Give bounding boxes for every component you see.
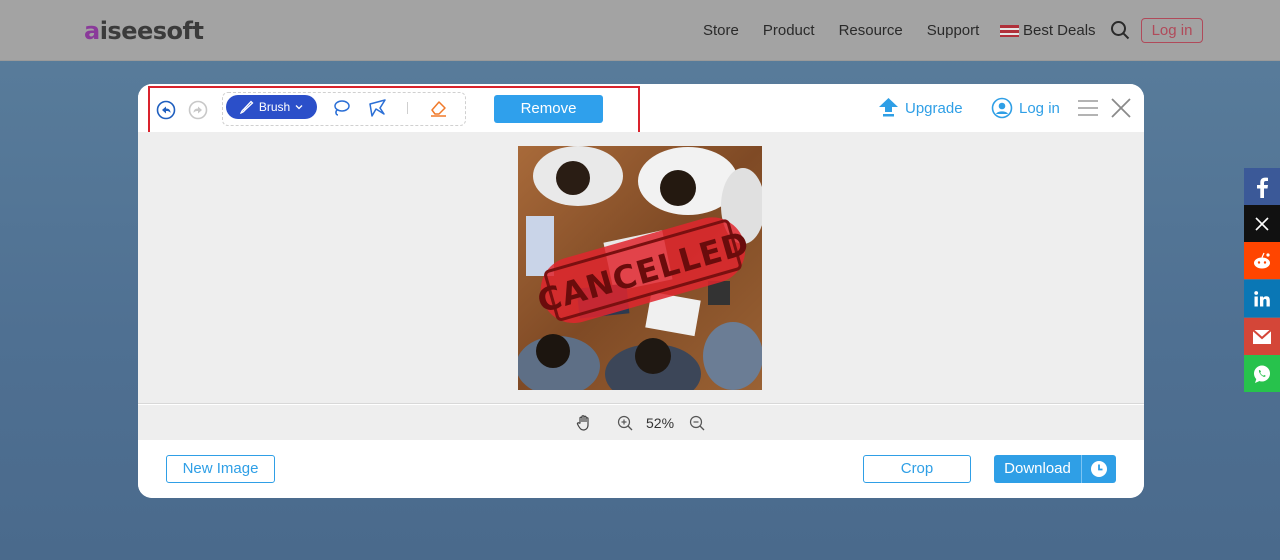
share-whatsapp[interactable] xyxy=(1244,355,1280,392)
modal-login-label: Log in xyxy=(1019,99,1060,117)
user-icon xyxy=(991,97,1013,119)
crop-button[interactable]: Crop xyxy=(863,455,971,483)
best-deals-link[interactable]: Best Deals xyxy=(1000,22,1096,39)
zoom-in-icon[interactable] xyxy=(617,415,633,431)
upgrade-label: Upgrade xyxy=(905,99,963,117)
new-image-button[interactable]: New Image xyxy=(166,455,275,483)
editor-canvas[interactable]: CANCELLED xyxy=(138,132,1144,404)
nav-link-resource[interactable]: Resource xyxy=(839,22,903,39)
nav-link-support[interactable]: Support xyxy=(927,22,980,39)
download-button[interactable]: Download xyxy=(994,455,1116,483)
menu-icon[interactable] xyxy=(1077,98,1099,118)
meeting-photo: CANCELLED xyxy=(518,146,762,390)
linkedin-icon xyxy=(1254,290,1270,306)
zoom-out-icon[interactable] xyxy=(689,415,705,431)
gmail-icon xyxy=(1252,328,1272,344)
whatsapp-icon xyxy=(1254,365,1270,383)
flag-icon xyxy=(1000,24,1019,37)
nav-link-store[interactable]: Store xyxy=(703,22,739,39)
download-label: Download xyxy=(1004,460,1071,477)
nav-links: Store Product Resource Support xyxy=(703,22,979,39)
share-reddit[interactable] xyxy=(1244,242,1280,279)
zoom-level: 52% xyxy=(646,415,675,431)
close-icon[interactable] xyxy=(1110,97,1132,119)
download-divider xyxy=(1081,455,1082,483)
highlight-annotation xyxy=(148,86,640,138)
uploaded-image[interactable]: CANCELLED xyxy=(518,146,762,390)
editor-toolbar: Brush Remove Upgrade Log in xyxy=(138,84,1144,138)
nav-link-product[interactable]: Product xyxy=(763,22,815,39)
top-navigation: aiseesoft Store Product Resource Support… xyxy=(0,0,1280,61)
share-facebook[interactable] xyxy=(1244,168,1280,205)
editor-footer: New Image Crop Download xyxy=(138,440,1144,498)
best-deals-label: Best Deals xyxy=(1023,22,1096,39)
clock-icon[interactable] xyxy=(1090,460,1108,478)
modal-login-button[interactable]: Log in xyxy=(991,97,1060,119)
image-editor-modal: Brush Remove Upgrade Log in CANCELLED 52… xyxy=(138,84,1144,498)
search-icon[interactable] xyxy=(1110,20,1130,40)
upgrade-button[interactable]: Upgrade xyxy=(878,97,963,119)
nav-login-button[interactable]: Log in xyxy=(1141,18,1203,43)
share-linkedin[interactable] xyxy=(1244,280,1280,317)
share-x[interactable] xyxy=(1244,205,1280,242)
share-gmail[interactable] xyxy=(1244,318,1280,355)
aiseesoft-logo[interactable]: aiseesoft xyxy=(84,17,204,45)
x-icon xyxy=(1255,216,1269,231)
zoom-bar: 52% xyxy=(138,405,1144,440)
upgrade-icon xyxy=(879,98,898,117)
facebook-icon xyxy=(1257,177,1268,198)
hand-icon[interactable] xyxy=(576,414,592,431)
reddit-icon xyxy=(1254,252,1270,268)
